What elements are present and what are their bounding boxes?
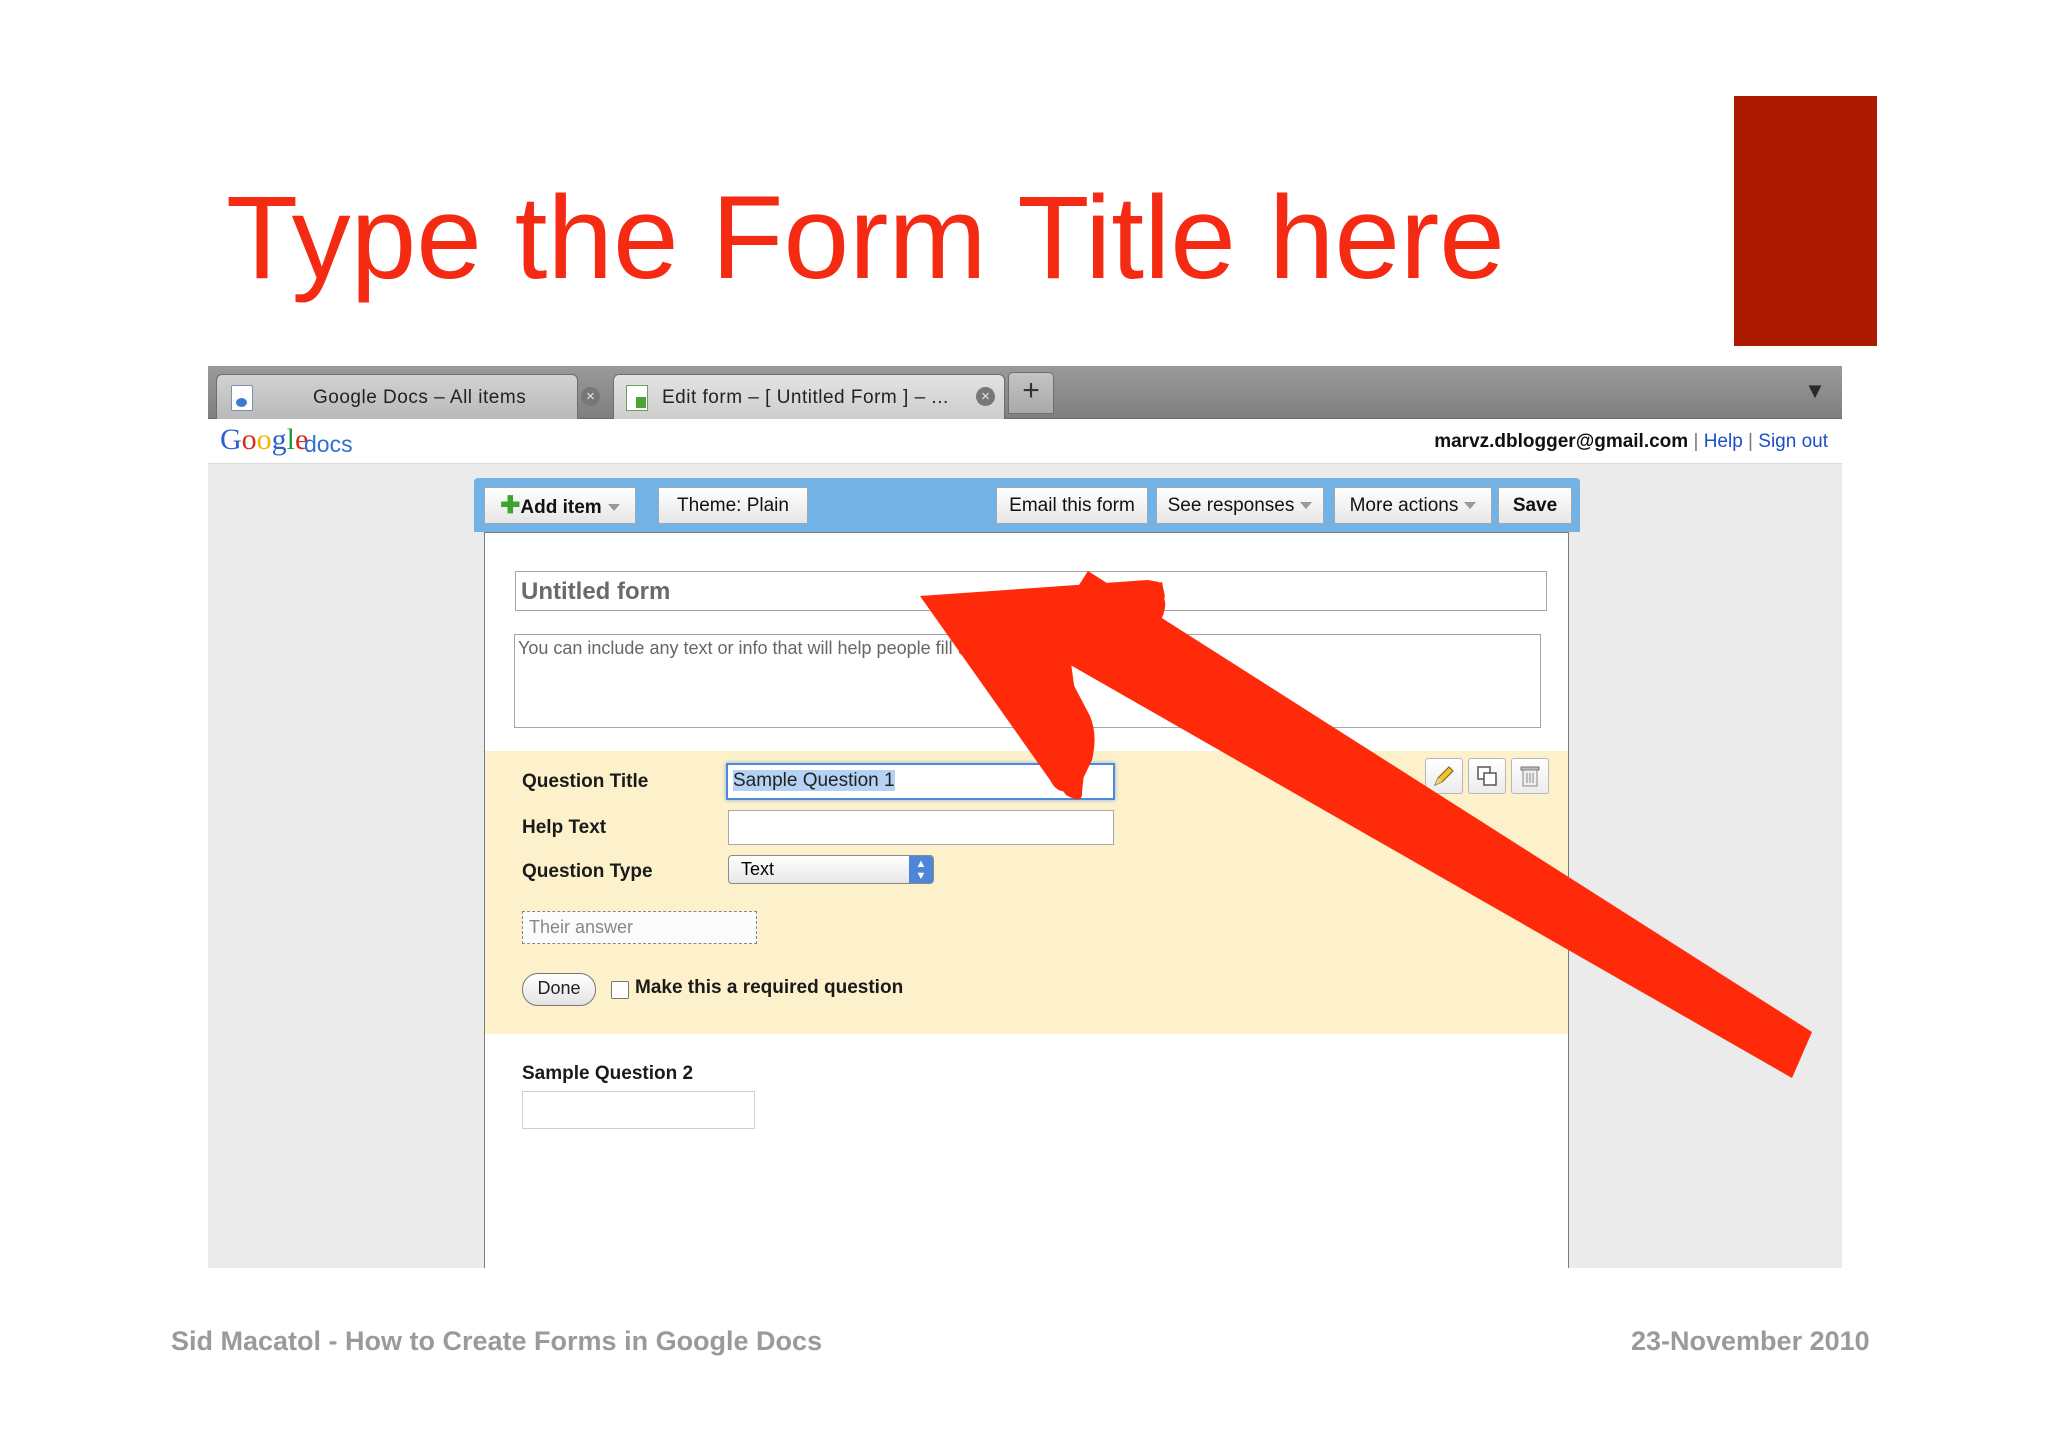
question-2-title: Sample Question 2 [522, 1063, 694, 1084]
question-editor-panel: Question Title Sample Question 1 Help Te… [485, 751, 1568, 1034]
required-label: Make this a required question [635, 977, 904, 998]
question-title-value: Sample Question 1 [733, 770, 895, 791]
separator: | [1693, 431, 1699, 452]
select-arrows-icon: ▲ ▼ [909, 856, 933, 883]
footer-date: 23-November 2010 [1631, 1326, 1870, 1356]
add-item-label: Add item [520, 497, 602, 518]
form-description-input[interactable]: You can include any text or info that wi… [514, 634, 1541, 728]
tab-menu-icon[interactable]: ▼ [1802, 378, 1828, 404]
help-link[interactable]: Help [1704, 431, 1743, 452]
email-form-button[interactable]: Email this form [996, 487, 1148, 524]
user-links: marvz.dblogger@gmail.com | Help | Sign o… [1434, 431, 1828, 453]
docs-header: Google docs marvz.dblogger@gmail.com | H… [208, 419, 1842, 464]
theme-button[interactable]: Theme: Plain [658, 487, 808, 524]
close-tab-icon[interactable]: × [581, 387, 600, 406]
user-email: marvz.dblogger@gmail.com [1434, 431, 1689, 452]
edit-pencil-icon[interactable] [1425, 758, 1463, 794]
slide-title: Type the Form Title here [226, 172, 1505, 304]
question-type-select[interactable]: Text ▲ ▼ [728, 855, 934, 884]
separator: | [1748, 431, 1753, 452]
accent-block [1734, 96, 1877, 346]
spreadsheet-icon [626, 385, 648, 411]
done-button[interactable]: Done [522, 973, 596, 1006]
help-text-label: Help Text [522, 817, 607, 838]
tab-label: Google Docs – All items [313, 387, 527, 408]
question-title-label: Question Title [522, 771, 649, 792]
form-editor: Untitled form You can include any text o… [484, 532, 1569, 1268]
chevron-down-icon [607, 504, 620, 512]
more-actions-button[interactable]: More actions [1334, 487, 1492, 524]
tab-label: Edit form – [ Untitled Form ] – ... [662, 387, 949, 408]
new-tab-button[interactable]: + [1008, 372, 1054, 414]
required-checkbox[interactable] [611, 981, 629, 999]
close-tab-icon[interactable]: × [976, 387, 995, 406]
sign-out-link[interactable]: Sign out [1758, 431, 1828, 452]
delete-trash-icon[interactable] [1511, 758, 1549, 794]
chevron-down-icon [1300, 502, 1313, 510]
question-type-label: Question Type [522, 861, 653, 882]
answer-preview: Their answer [522, 911, 757, 944]
docs-product-label[interactable]: docs [304, 431, 353, 458]
question-2-answer-input[interactable] [522, 1091, 755, 1129]
question-title-input[interactable]: Sample Question 1 [726, 763, 1115, 800]
more-actions-label: More actions [1349, 495, 1459, 516]
tab-google-docs[interactable]: Google Docs – All items × [216, 374, 600, 419]
duplicate-icon[interactable] [1468, 758, 1506, 794]
help-text-input[interactable] [728, 810, 1114, 845]
form-title-input[interactable]: Untitled form [515, 571, 1547, 611]
tab-edit-form[interactable]: Edit form – [ Untitled Form ] – ... × [613, 374, 1005, 419]
add-item-button[interactable]: ✚Add item [484, 487, 636, 524]
footer-author: Sid Macatol - How to Create Forms in Goo… [171, 1326, 823, 1356]
see-responses-button[interactable]: See responses [1156, 487, 1324, 524]
docs-icon [231, 385, 253, 411]
browser-screenshot: Google Docs – All items × Edit form – [ … [208, 366, 1842, 1268]
see-responses-label: See responses [1167, 495, 1295, 516]
question-type-value: Text [741, 859, 775, 879]
form-toolbar: ✚Add item Theme: Plain Email this form S… [474, 478, 1580, 532]
chevron-down-icon [1464, 502, 1477, 510]
plus-icon: ✚ [500, 492, 521, 519]
browser-tab-bar: Google Docs – All items × Edit form – [ … [208, 366, 1842, 419]
save-button[interactable]: Save [1498, 487, 1572, 524]
google-logo[interactable]: Google [220, 423, 308, 457]
